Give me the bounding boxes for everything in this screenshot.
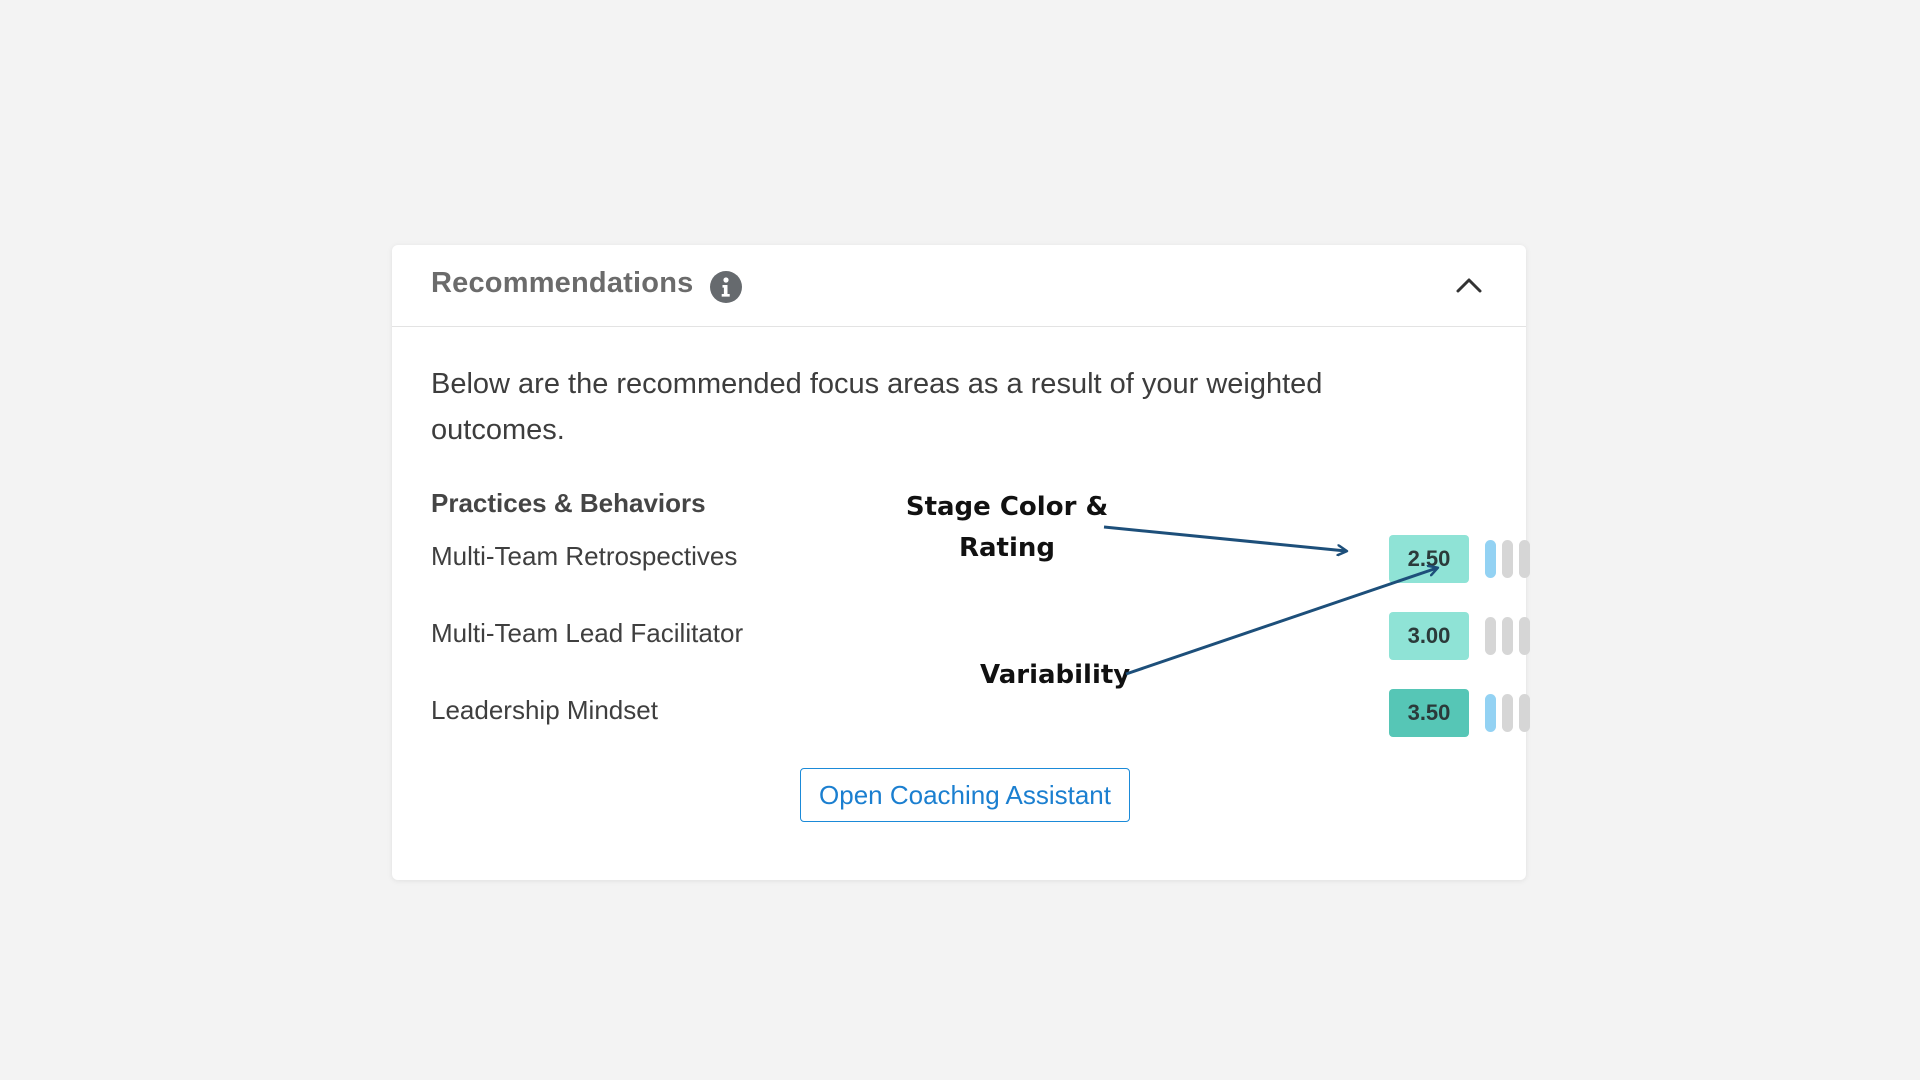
recommendation-label: Multi-Team Lead Facilitator xyxy=(431,618,744,648)
variability-indicator xyxy=(1485,617,1531,655)
variability-bar xyxy=(1502,617,1513,655)
variability-bar xyxy=(1485,694,1496,732)
variability-bar xyxy=(1502,694,1513,732)
collapse-button[interactable] xyxy=(1452,269,1486,303)
stage-color-annotation: Stage Color & Rating xyxy=(892,487,1122,569)
recommendation-label: Leadership Mindset xyxy=(431,695,658,725)
card-title: Recommendations xyxy=(431,267,694,299)
variability-annotation: Variability xyxy=(980,660,1131,690)
section-heading: Practices & Behaviors xyxy=(431,488,706,518)
variability-bar xyxy=(1519,694,1530,732)
chevron-up-icon xyxy=(1456,278,1482,293)
variability-bar xyxy=(1485,540,1496,578)
open-coaching-assistant-button[interactable]: Open Coaching Assistant xyxy=(800,768,1130,822)
variability-indicator xyxy=(1485,540,1531,578)
recommendation-label: Multi-Team Retrospectives xyxy=(431,541,738,571)
stage-color-annotation-line2: Rating xyxy=(958,533,1056,563)
variability-bar xyxy=(1502,540,1513,578)
rating-badge: 3.50 xyxy=(1389,689,1469,737)
recommendation-row: Leadership Mindset 3.50 xyxy=(431,689,1530,737)
variability-bar xyxy=(1519,617,1530,655)
card-header: Recommendations xyxy=(392,245,1526,327)
rating-badge: 3.00 xyxy=(1389,612,1469,660)
variability-indicator xyxy=(1485,694,1531,732)
info-icon[interactable] xyxy=(710,271,742,303)
variability-bar xyxy=(1519,540,1530,578)
stage-color-annotation-line1: Stage Color & xyxy=(905,492,1109,522)
variability-bar xyxy=(1485,617,1496,655)
rating-badge: 2.50 xyxy=(1389,535,1469,583)
intro-text: Below are the recommended focus areas as… xyxy=(431,368,1323,446)
recommendation-row: Multi-Team Lead Facilitator 3.00 xyxy=(431,612,1530,660)
